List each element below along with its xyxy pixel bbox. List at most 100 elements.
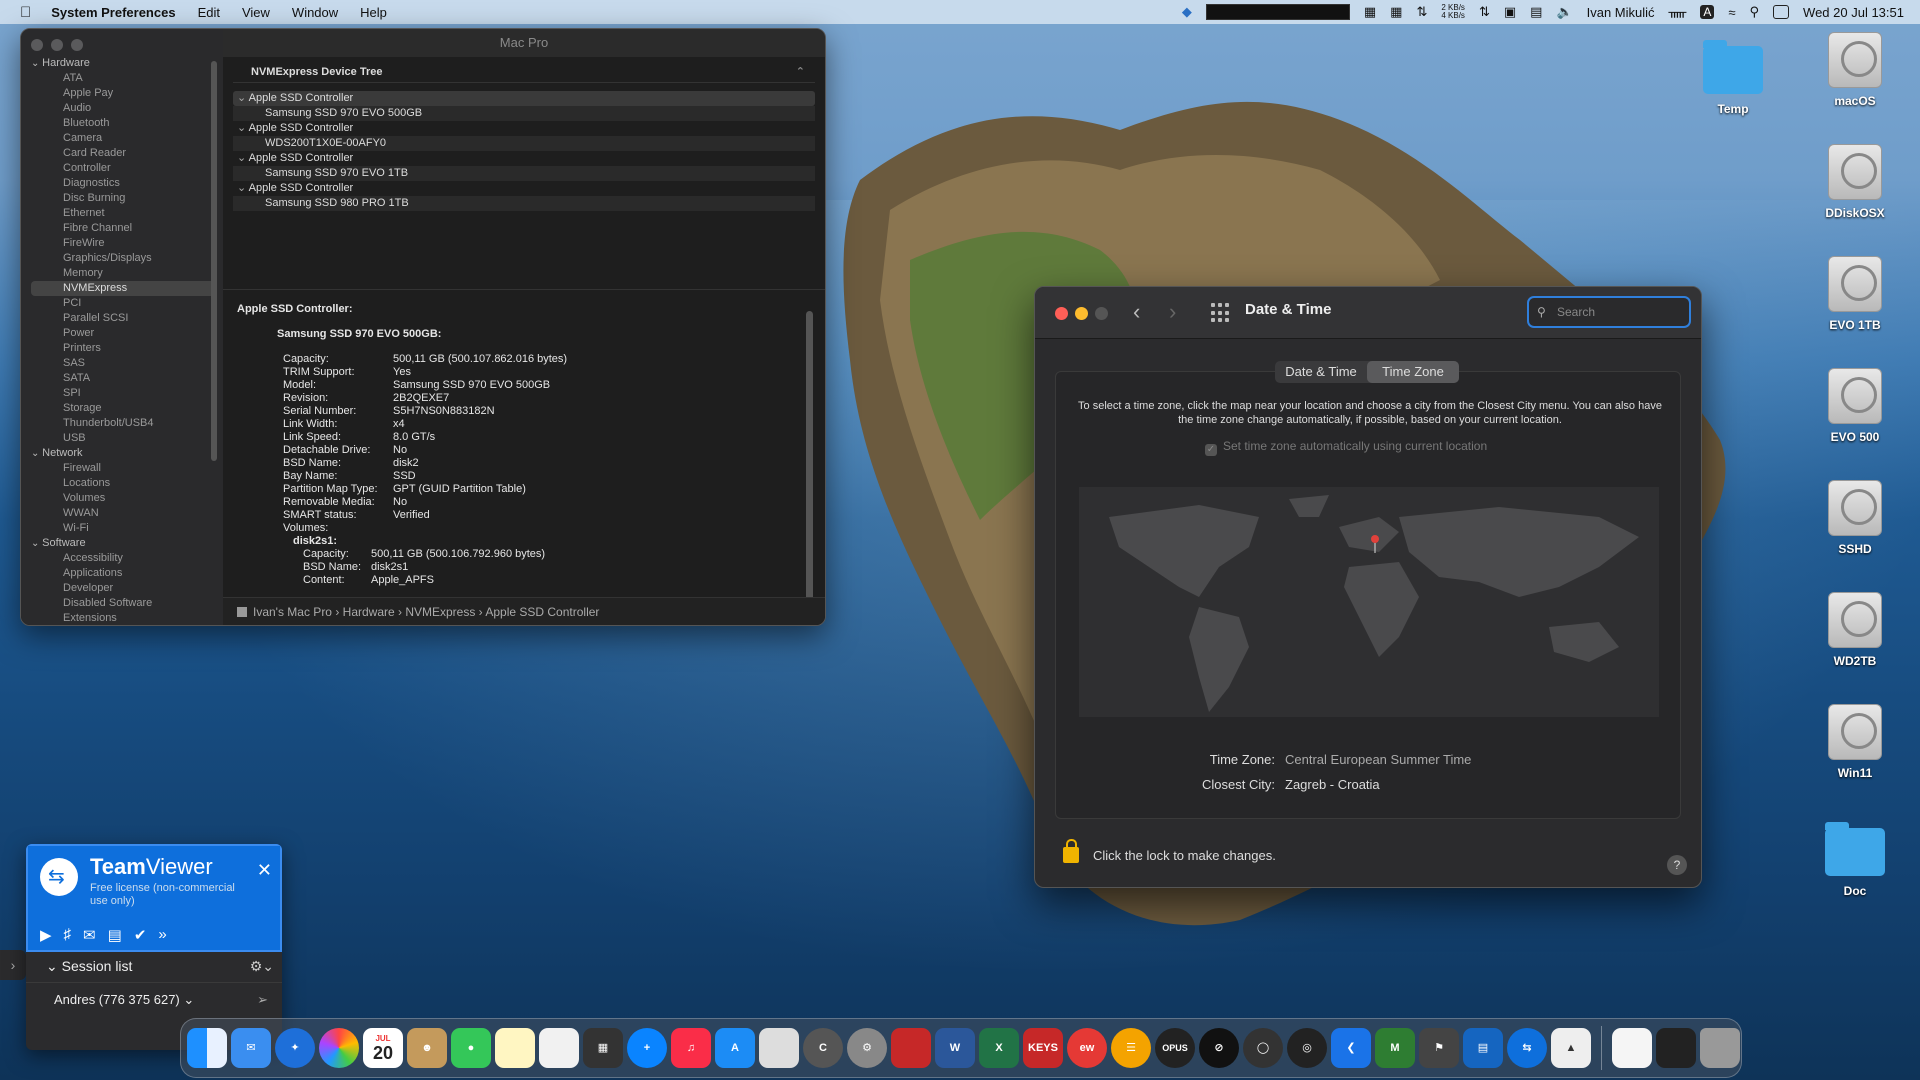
world-map[interactable] xyxy=(1079,487,1659,717)
forward-icon[interactable]: › xyxy=(1169,299,1176,325)
dock-app-red-icon[interactable] xyxy=(891,1028,931,1068)
files-icon[interactable]: ▤ xyxy=(108,926,122,944)
network-arrow-icon[interactable]: ⇅ xyxy=(1479,4,1490,20)
user-name[interactable]: Ivan Mikulić xyxy=(1587,5,1655,20)
show-all-icon[interactable] xyxy=(1211,303,1231,323)
session-list-header[interactable]: ⌄ Session list xyxy=(46,958,132,975)
disk-indicator-icon[interactable]: ▦ xyxy=(1390,4,1402,20)
dock-system-preferences-icon[interactable]: ⚙ xyxy=(847,1028,887,1068)
chat-icon[interactable]: ✉ xyxy=(83,926,96,944)
sidebar-item[interactable]: Storage xyxy=(31,401,217,416)
sidebar-item[interactable]: FireWire xyxy=(31,236,217,251)
dock-app-store-icon[interactable]: A xyxy=(715,1028,755,1068)
lock-control[interactable]: Click the lock to make changes. xyxy=(1063,839,1276,863)
menu-help[interactable]: Help xyxy=(360,5,387,20)
sidebar-item[interactable]: PCI xyxy=(31,296,217,311)
sidebar-scrollbar[interactable] xyxy=(211,61,217,461)
sidebar-item[interactable]: Applications xyxy=(31,566,217,581)
device-tree-row[interactable]: WDS200T1X0E-00AFY0 xyxy=(233,136,815,151)
menu-window[interactable]: Window xyxy=(292,5,338,20)
more-icon[interactable]: » xyxy=(158,926,166,944)
sidebar-item[interactable]: ATA xyxy=(31,71,217,86)
path-text[interactable]: Ivan's Mac Pro › Hardware › NVMExpress ›… xyxy=(253,605,599,619)
tab-date-time[interactable]: Date & Time xyxy=(1275,361,1367,383)
sidebar-item[interactable]: Software xyxy=(31,536,217,551)
memory-indicator-icon[interactable]: ▦ xyxy=(1364,4,1376,20)
desktop-icon-wd2tb[interactable]: WD2TB xyxy=(1810,592,1900,668)
sidebar-item[interactable]: Fibre Channel xyxy=(31,221,217,236)
sidebar-item[interactable]: SATA xyxy=(31,371,217,386)
video-icon[interactable]: ▶ xyxy=(40,926,52,944)
zoom-button[interactable] xyxy=(1095,307,1108,320)
session-user[interactable]: Andres (776 375 627) ⌄ xyxy=(54,992,194,1008)
dock-opus-icon[interactable]: OPUS xyxy=(1155,1028,1195,1068)
minimize-button[interactable] xyxy=(51,39,63,51)
menu-app-name[interactable]: System Preferences xyxy=(51,5,175,20)
device-tree-row[interactable]: Samsung SSD 970 EVO 500GB xyxy=(233,106,815,121)
sidebar-item[interactable]: Graphics/Displays xyxy=(31,251,217,266)
dock-finder-icon[interactable] xyxy=(187,1028,227,1068)
dock-notes-icon[interactable] xyxy=(495,1028,535,1068)
sidebar-item[interactable]: Printers xyxy=(31,341,217,356)
sidebar-item[interactable]: WWAN xyxy=(31,506,217,521)
dock-app-black-icon[interactable]: ⊘ xyxy=(1199,1028,1239,1068)
sidebar-item[interactable]: Firewall xyxy=(31,461,217,476)
sidebar-item[interactable]: Apple Pay xyxy=(31,86,217,101)
desktop-icon-temp[interactable]: Temp xyxy=(1688,40,1778,116)
sidebar-item[interactable]: Camera xyxy=(31,131,217,146)
device-tree-row[interactable]: Apple SSD Controller xyxy=(233,121,815,136)
clock[interactable]: Wed 20 Jul 13:51 xyxy=(1803,5,1904,20)
sidebar-item[interactable]: Disc Burning xyxy=(31,191,217,206)
dock-ccleaner-icon[interactable]: C xyxy=(803,1028,843,1068)
dock-mail-icon[interactable]: ✉ xyxy=(231,1028,271,1068)
help-button[interactable]: ? xyxy=(1667,855,1687,875)
close-icon[interactable]: ✕ xyxy=(257,860,272,881)
dock-app-white-icon[interactable]: ▲ xyxy=(1551,1028,1591,1068)
device-tree-row[interactable]: Apple SSD Controller xyxy=(233,181,815,196)
dock-safari-icon[interactable]: ✦ xyxy=(275,1028,315,1068)
dock-music-icon[interactable]: ♫ xyxy=(671,1028,711,1068)
dock-app-window-icon[interactable]: ▤ xyxy=(1463,1028,1503,1068)
menu-edit[interactable]: Edit xyxy=(198,5,220,20)
minimize-button[interactable] xyxy=(1075,307,1088,320)
tools-icon[interactable]: ✔ xyxy=(134,926,147,944)
network-speed[interactable]: 2 KB/s 4 KB/s xyxy=(1441,4,1465,20)
dock-document-icon[interactable] xyxy=(1612,1028,1652,1068)
wifi-icon[interactable]: ≈ xyxy=(1728,5,1735,20)
sidebar-item[interactable]: Disabled Software xyxy=(31,596,217,611)
sidebar-item[interactable]: Ethernet xyxy=(31,206,217,221)
display-icon[interactable]: ▣ xyxy=(1504,4,1516,20)
desktop-icon-evo-1tb[interactable]: EVO 1TB xyxy=(1810,256,1900,332)
dock-app-orange-icon[interactable]: ☰ xyxy=(1111,1028,1151,1068)
sidebar-item[interactable]: USB xyxy=(31,431,217,446)
search-input[interactable]: ⚲ Search xyxy=(1527,296,1691,328)
sidebar-item[interactable]: Hardware xyxy=(31,56,217,71)
dock-app-ew-icon[interactable]: ew xyxy=(1067,1028,1107,1068)
closest-city-select[interactable]: Zagreb - Croatia xyxy=(1285,772,1380,797)
split-divider[interactable] xyxy=(223,289,825,290)
dock-calendar-icon[interactable]: JUL 20 xyxy=(363,1028,403,1068)
dock-excel-icon[interactable]: X xyxy=(979,1028,1019,1068)
dock-minimized-window-icon[interactable] xyxy=(1656,1028,1696,1068)
dock-photos-icon[interactable] xyxy=(319,1028,359,1068)
cursor-icon[interactable]: ➢ xyxy=(257,992,268,1008)
dock-app-blue-icon[interactable]: ❮ xyxy=(1331,1028,1371,1068)
apple-menu-icon[interactable]:  xyxy=(20,4,31,21)
dock-contacts-icon[interactable]: ☻ xyxy=(407,1028,447,1068)
sidebar-item[interactable]: NVMExpress xyxy=(31,281,217,296)
volume-icon[interactable]: 🔈 xyxy=(1556,4,1572,20)
zoom-button[interactable] xyxy=(71,39,83,51)
dock-app-green-icon[interactable]: M xyxy=(1375,1028,1415,1068)
dock-app-globe-icon[interactable]: ◯ xyxy=(1243,1028,1283,1068)
device-tree-row[interactable]: Samsung SSD 970 EVO 1TB xyxy=(233,166,815,181)
sidebar-item[interactable]: Extensions xyxy=(31,611,217,625)
sidebar-item[interactable]: Wi-Fi xyxy=(31,521,217,536)
dock-trash-icon[interactable] xyxy=(1700,1028,1740,1068)
activity-monitor-icon[interactable]: ▤ xyxy=(1530,4,1542,20)
desktop-icon-macos[interactable]: macOS xyxy=(1810,32,1900,108)
device-tree-row[interactable]: Apple SSD Controller xyxy=(233,91,815,106)
input-source-icon[interactable]: A xyxy=(1700,5,1715,19)
sidebar-item[interactable]: Thunderbolt/USB4 xyxy=(31,416,217,431)
detail-scrollbar[interactable] xyxy=(806,311,813,611)
headset-icon[interactable]: ♯ xyxy=(64,926,72,944)
